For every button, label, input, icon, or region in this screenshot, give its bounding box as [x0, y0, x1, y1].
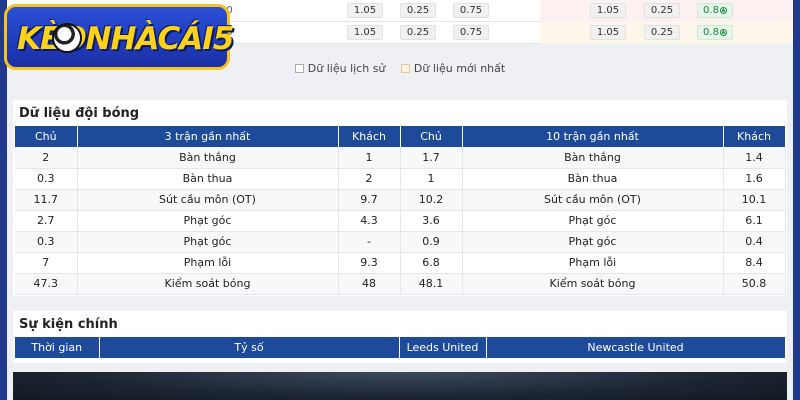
table-cell: 2 — [15, 147, 78, 169]
table-cell: 1.4 — [723, 147, 786, 169]
table-row: 7 Phạm lỗi 9.3 6.8 Phạm lỗi 8.4 — [15, 252, 786, 274]
table-cell: 48.1 — [400, 273, 463, 295]
table-cell: 7 — [15, 252, 78, 274]
table-row: 47.3 Kiểm soát bóng 48 48.1 Kiểm soát bóng 50… — [15, 273, 786, 295]
table-cell: 48 — [338, 273, 401, 295]
col-header: 3 trận gần nhất — [77, 126, 339, 147]
table-cell: 0.9 — [400, 231, 463, 253]
events-table: Thời gian Tỷ số Leeds United Newcastle U… — [15, 337, 786, 358]
odds-cell[interactable]: 1.05 — [347, 3, 383, 18]
table-cell: Bàn thua — [462, 168, 724, 190]
table-cell: Kiểm soát bóng — [462, 273, 724, 295]
table-row: 0.3 Bàn thua 2 1 Bàn thua 1.6 — [15, 168, 786, 190]
table-cell: 9.3 — [338, 252, 401, 274]
table-cell: 0.3 — [15, 231, 78, 253]
table-cell: 50.8 — [723, 273, 786, 295]
arrow-up-icon: ▲ — [719, 28, 727, 36]
odds-cell[interactable]: 1.05 — [347, 25, 383, 40]
table-cell: Phạt góc — [77, 231, 339, 253]
odds-cell-up[interactable]: 0.8 ▲ — [697, 25, 733, 40]
col-header: Chủ — [400, 126, 463, 147]
table-cell: Phạm lỗi — [77, 252, 339, 274]
table-cell: Phạt góc — [462, 210, 724, 232]
table-cell: 1 — [400, 168, 463, 190]
table-cell: - — [338, 231, 401, 253]
table-cell: Sút cầu môn (OT) — [77, 189, 339, 211]
team-data-table: Chủ 3 trận gần nhất Khách Chủ 10 trận gầ… — [15, 126, 786, 295]
odds-cell[interactable]: 0.25 — [644, 3, 680, 18]
table-cell: 1.7 — [400, 147, 463, 169]
legend-history[interactable]: Dữ liệu lịch sử — [294, 62, 385, 75]
table-cell: 9.7 — [338, 189, 401, 211]
table-row: 2.7 Phạt góc 4.3 3.6 Phạt góc 6.1 — [15, 210, 786, 232]
team-data-section: Dữ liệu đội bóng Chủ 3 trận gần nhất Khá… — [13, 100, 787, 296]
col-header: 10 trận gần nhất — [462, 126, 724, 147]
col-header: Thời gian — [15, 337, 100, 358]
col-header: Khách — [338, 126, 401, 147]
odds-cell[interactable]: 0.25 — [400, 3, 436, 18]
table-cell: 10.1 — [723, 189, 786, 211]
col-header: Chủ — [15, 126, 78, 147]
table-cell: 1 — [338, 147, 401, 169]
table-cell: 2 — [338, 168, 401, 190]
table-cell: Sút cầu môn (OT) — [462, 189, 724, 211]
table-cell: 10.2 — [400, 189, 463, 211]
odds-cell-up[interactable]: 0.8 ▲ — [697, 3, 733, 18]
odds-value: 0.8 — [703, 27, 719, 38]
section-title: Sự kiện chính — [19, 317, 118, 332]
site-logo[interactable]: KÈONHÀCÁI5 — [4, 4, 234, 70]
col-header: Tỷ số — [99, 337, 400, 358]
legend-latest[interactable]: Dữ liệu mới nhất — [400, 62, 505, 75]
odds-cell[interactable]: 0.75 — [453, 25, 489, 40]
odds-cell[interactable]: 1.05 — [590, 3, 626, 18]
checkbox-icon — [294, 64, 304, 73]
table-row: 11.7 Sút cầu môn (OT) 9.7 10.2 Sút cầu môn (… — [15, 189, 786, 211]
odds-value: 0.8 — [703, 5, 719, 16]
odds-cell[interactable]: 0.75 — [453, 3, 489, 18]
table-cell: Phạm lỗi — [462, 252, 724, 274]
table-cell: Phạt góc — [77, 210, 339, 232]
odds-cell[interactable]: 0.25 — [644, 25, 680, 40]
col-header: Newcastle United — [486, 337, 786, 358]
table-cell: 11.7 — [15, 189, 78, 211]
table-cell: 4.3 — [338, 210, 401, 232]
col-header: Leeds United — [399, 337, 487, 358]
table-cell: Kiểm soát bóng — [77, 273, 339, 295]
table-cell: 47.3 — [15, 273, 78, 295]
table-cell: 0.3 — [15, 168, 78, 190]
table-cell: 3.6 — [400, 210, 463, 232]
table-cell: 1.6 — [723, 168, 786, 190]
section-title: Dữ liệu đội bóng — [19, 106, 140, 121]
table-cell: 2.7 — [15, 210, 78, 232]
table-cell: 0.4 — [723, 231, 786, 253]
table-cell: Bàn thua — [77, 168, 339, 190]
table-header-row: Thời gian Tỷ số Leeds United Newcastle U… — [15, 337, 786, 358]
odds-cell[interactable]: 0.25 — [400, 25, 436, 40]
table-row: 0.3 Phạt góc -0.9 Phạt góc 0.4 — [15, 231, 786, 253]
events-section: Sự kiện chính Thời gian Tỷ số Leeds Unit… — [13, 311, 787, 363]
arrow-up-icon: ▲ — [719, 6, 727, 14]
table-row: 2 Bàn thắng 1 1.7 Bàn thắng 1.4 — [15, 147, 786, 169]
checkbox-icon — [400, 64, 410, 73]
table-cell: Bàn thắng — [462, 147, 724, 169]
table-cell: 6.1 — [723, 210, 786, 232]
table-header-row: Chủ 3 trận gần nhất Khách Chủ 10 trận gầ… — [15, 126, 786, 147]
col-header: Khách — [723, 126, 786, 147]
table-cell: 8.4 — [723, 252, 786, 274]
stadium-banner — [13, 372, 787, 400]
table-cell: Bàn thắng — [77, 147, 339, 169]
table-cell: Phạt góc — [462, 231, 724, 253]
table-cell: 6.8 — [400, 252, 463, 274]
soccer-ball-icon — [52, 23, 82, 53]
odds-cell[interactable]: 1.05 — [590, 25, 626, 40]
logo-text: KÈONHÀCÁI5 — [17, 21, 234, 57]
